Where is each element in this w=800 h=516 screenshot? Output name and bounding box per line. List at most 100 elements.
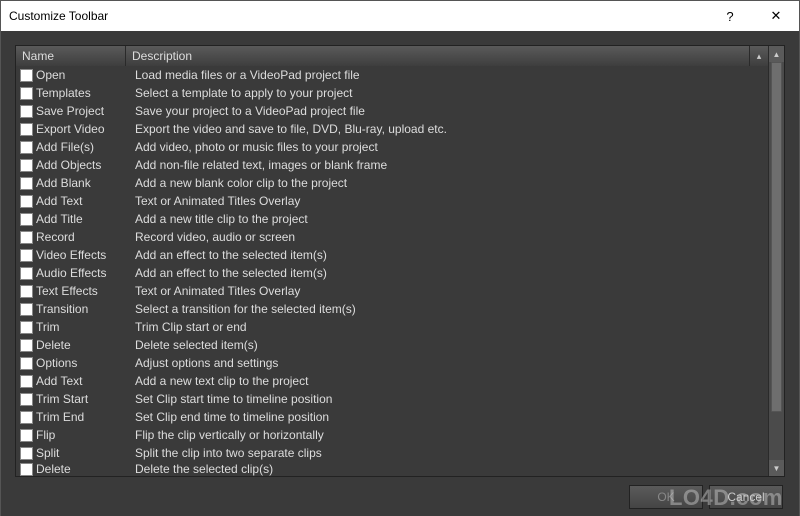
item-description: Text or Animated Titles Overlay: [129, 194, 768, 208]
item-name: Options: [36, 356, 129, 370]
list-item[interactable]: Add TitleAdd a new title clip to the pro…: [16, 210, 768, 228]
item-description: Adjust options and settings: [129, 356, 768, 370]
item-name: Trim End: [36, 410, 129, 424]
help-button[interactable]: ?: [707, 1, 753, 31]
item-description: Add video, photo or music files to your …: [129, 140, 768, 154]
item-description: Select a transition for the selected ite…: [129, 302, 768, 316]
item-checkbox[interactable]: [20, 87, 33, 100]
item-description: Record video, audio or screen: [129, 230, 768, 244]
titlebar: Customize Toolbar ? ✕: [1, 1, 799, 31]
item-checkbox[interactable]: [20, 123, 33, 136]
item-description: Add a new blank color clip to the projec…: [129, 176, 768, 190]
item-description: Text or Animated Titles Overlay: [129, 284, 768, 298]
item-description: Split the clip into two separate clips: [129, 446, 768, 460]
item-checkbox[interactable]: [20, 463, 33, 476]
item-name: Trim: [36, 320, 129, 334]
item-checkbox[interactable]: [20, 213, 33, 226]
list-body: OpenLoad media files or a VideoPad proje…: [16, 66, 768, 476]
list-item[interactable]: Audio EffectsAdd an effect to the select…: [16, 264, 768, 282]
dialog-footer: OK Cancel: [15, 477, 785, 516]
item-name: Delete: [36, 338, 129, 352]
header-overflow-icon[interactable]: ▴: [750, 46, 768, 66]
item-name: Export Video: [36, 122, 129, 136]
column-header-name[interactable]: Name: [16, 46, 126, 66]
item-checkbox[interactable]: [20, 429, 33, 442]
list-item[interactable]: DeleteDelete the selected clip(s): [16, 462, 768, 476]
help-icon: ?: [726, 9, 733, 24]
window: Customize Toolbar ? ✕ Name Description ▴…: [0, 0, 800, 516]
item-checkbox[interactable]: [20, 303, 33, 316]
item-checkbox[interactable]: [20, 375, 33, 388]
item-description: Select a template to apply to your proje…: [129, 86, 768, 100]
toolbar-items-list: Name Description ▴ OpenLoad media files …: [15, 45, 785, 477]
scroll-track[interactable]: [769, 62, 784, 460]
item-name: Add File(s): [36, 140, 129, 154]
list-item[interactable]: RecordRecord video, audio or screen: [16, 228, 768, 246]
list-header: Name Description ▴: [16, 46, 768, 66]
list-item[interactable]: TemplatesSelect a template to apply to y…: [16, 84, 768, 102]
scroll-down-icon[interactable]: ▼: [769, 460, 784, 476]
list-item[interactable]: Add TextAdd a new text clip to the proje…: [16, 372, 768, 390]
item-description: Flip the clip vertically or horizontally: [129, 428, 768, 442]
list-item[interactable]: Add BlankAdd a new blank color clip to t…: [16, 174, 768, 192]
scroll-thumb[interactable]: [771, 62, 782, 412]
list-item[interactable]: Video EffectsAdd an effect to the select…: [16, 246, 768, 264]
item-description: Add an effect to the selected item(s): [129, 248, 768, 262]
list-item[interactable]: Add TextText or Animated Titles Overlay: [16, 192, 768, 210]
list-item[interactable]: DeleteDelete selected item(s): [16, 336, 768, 354]
item-name: Add Text: [36, 374, 129, 388]
item-description: Add an effect to the selected item(s): [129, 266, 768, 280]
item-name: Video Effects: [36, 248, 129, 262]
item-checkbox[interactable]: [20, 159, 33, 172]
item-checkbox[interactable]: [20, 339, 33, 352]
cancel-button[interactable]: Cancel: [709, 485, 783, 509]
client-area: Name Description ▴ OpenLoad media files …: [1, 31, 799, 516]
item-description: Set Clip end time to timeline position: [129, 410, 768, 424]
item-checkbox[interactable]: [20, 285, 33, 298]
item-checkbox[interactable]: [20, 411, 33, 424]
item-checkbox[interactable]: [20, 105, 33, 118]
item-name: Templates: [36, 86, 129, 100]
list-item[interactable]: OptionsAdjust options and settings: [16, 354, 768, 372]
list-item[interactable]: Save ProjectSave your project to a Video…: [16, 102, 768, 120]
item-name: Add Blank: [36, 176, 129, 190]
item-name: Transition: [36, 302, 129, 316]
column-header-description[interactable]: Description: [126, 46, 750, 66]
item-description: Delete selected item(s): [129, 338, 768, 352]
list-item[interactable]: OpenLoad media files or a VideoPad proje…: [16, 66, 768, 84]
item-name: Add Title: [36, 212, 129, 226]
item-name: Add Text: [36, 194, 129, 208]
item-description: Export the video and save to file, DVD, …: [129, 122, 768, 136]
item-checkbox[interactable]: [20, 447, 33, 460]
list-item[interactable]: Text EffectsText or Animated Titles Over…: [16, 282, 768, 300]
list-item[interactable]: Add File(s)Add video, photo or music fil…: [16, 138, 768, 156]
item-checkbox[interactable]: [20, 249, 33, 262]
item-checkbox[interactable]: [20, 393, 33, 406]
list-item[interactable]: TransitionSelect a transition for the se…: [16, 300, 768, 318]
item-name: Record: [36, 230, 129, 244]
list-item[interactable]: Trim EndSet Clip end time to timeline po…: [16, 408, 768, 426]
list-item[interactable]: SplitSplit the clip into two separate cl…: [16, 444, 768, 462]
item-checkbox[interactable]: [20, 267, 33, 280]
vertical-scrollbar[interactable]: ▲ ▼: [768, 46, 784, 476]
item-description: Trim Clip start or end: [129, 320, 768, 334]
list-item[interactable]: Trim StartSet Clip start time to timelin…: [16, 390, 768, 408]
item-checkbox[interactable]: [20, 141, 33, 154]
item-checkbox[interactable]: [20, 357, 33, 370]
item-checkbox[interactable]: [20, 321, 33, 334]
list-item[interactable]: FlipFlip the clip vertically or horizont…: [16, 426, 768, 444]
list-item[interactable]: Export VideoExport the video and save to…: [16, 120, 768, 138]
item-checkbox[interactable]: [20, 177, 33, 190]
item-checkbox[interactable]: [20, 195, 33, 208]
window-title: Customize Toolbar: [9, 9, 108, 23]
item-checkbox[interactable]: [20, 69, 33, 82]
item-name: Trim Start: [36, 392, 129, 406]
close-button[interactable]: ✕: [753, 1, 799, 31]
list-item[interactable]: Add ObjectsAdd non-file related text, im…: [16, 156, 768, 174]
item-checkbox[interactable]: [20, 231, 33, 244]
scroll-up-icon[interactable]: ▲: [769, 46, 784, 62]
ok-button[interactable]: OK: [629, 485, 703, 509]
item-name: Text Effects: [36, 284, 129, 298]
list-item[interactable]: TrimTrim Clip start or end: [16, 318, 768, 336]
close-icon: ✕: [771, 8, 782, 24]
